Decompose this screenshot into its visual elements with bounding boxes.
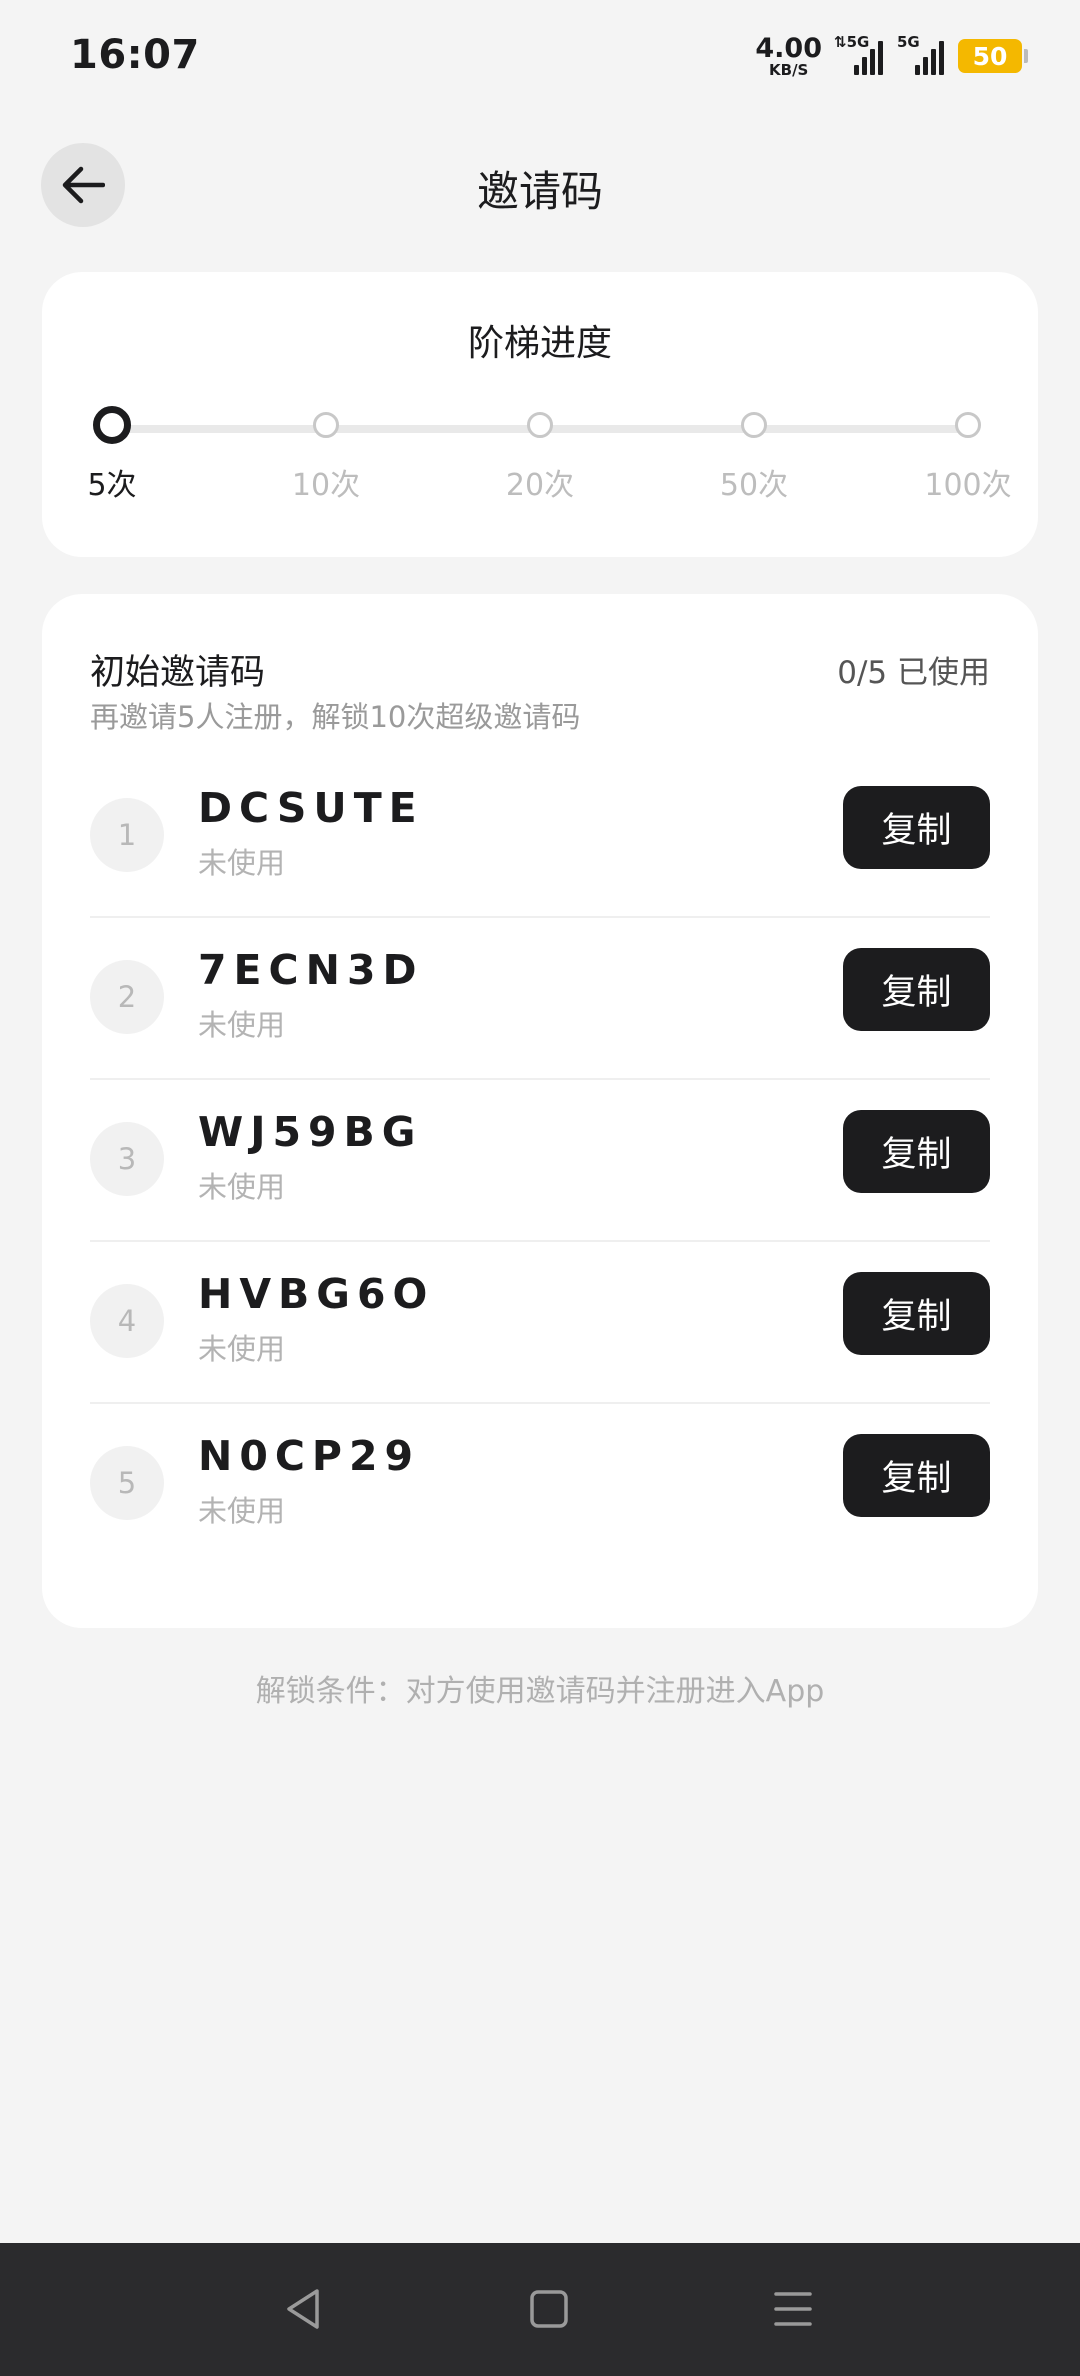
nav-back-button[interactable] — [273, 2279, 333, 2339]
invite-code: WJ59BG — [198, 1108, 423, 1156]
code-index: 3 — [90, 1122, 164, 1196]
menu-lines-icon — [774, 2292, 812, 2326]
copy-button[interactable]: 复制 — [843, 948, 990, 1031]
copy-button[interactable]: 复制 — [843, 1272, 990, 1355]
invite-code-row: 1 DCSUTE 未使用 复制 — [90, 756, 990, 918]
invite-code-row: 5 N0CP29 未使用 复制 — [90, 1404, 990, 1566]
signal-2-label: 5G — [897, 33, 920, 51]
copy-button[interactable]: 复制 — [843, 1110, 990, 1193]
copy-button[interactable]: 复制 — [843, 1434, 990, 1517]
section-title: 初始邀请码 — [90, 653, 266, 693]
nav-menu-button[interactable] — [763, 2279, 823, 2339]
invite-code: 7ECN3D — [198, 946, 424, 994]
invite-code: N0CP29 — [198, 1432, 421, 1480]
signal-1-icon: ⇅5G — [834, 33, 883, 75]
code-list: 1 DCSUTE 未使用 复制 2 7ECN3D 未使用 复制 3 WJ59BG 未使用 复制 4 HVB… — [90, 756, 990, 1566]
network-speed: 4.00 KB/S — [755, 35, 822, 78]
progress-step: 100次 — [868, 402, 1068, 504]
battery-icon: 50 — [958, 39, 1028, 73]
progress-step-dot — [955, 412, 981, 438]
progress-step: 10次 — [226, 402, 426, 504]
code-status: 未使用 — [198, 1008, 286, 1042]
progress-card: 阶梯进度 5次 10次 20次 50次 100次 — [42, 272, 1038, 557]
code-index: 1 — [90, 798, 164, 872]
system-nav-bar — [0, 2243, 1080, 2376]
invite-code: DCSUTE — [198, 784, 424, 832]
signal-2-icon: 5G — [897, 33, 944, 75]
progress-step: 5次 — [12, 402, 212, 504]
square-home-icon — [530, 2290, 568, 2328]
progress-step: 50次 — [654, 402, 854, 504]
network-speed-value: 4.00 — [755, 32, 822, 64]
nav-home-button[interactable] — [519, 2279, 579, 2339]
invite-code-row: 3 WJ59BG 未使用 复制 — [90, 1080, 990, 1242]
invite-codes-card: 初始邀请码 0/5 已使用 再邀请5人注册，解锁10次超级邀请码 1 DCSUTE… — [42, 594, 1038, 1628]
code-index: 4 — [90, 1284, 164, 1358]
progress-step-dot — [527, 412, 553, 438]
progress-step-label: 10次 — [291, 468, 361, 503]
code-status: 未使用 — [198, 846, 286, 880]
progress-step-dot — [741, 412, 767, 438]
progress-step-dot — [93, 406, 131, 444]
network-speed-unit: KB/S — [769, 60, 809, 79]
code-index: 2 — [90, 960, 164, 1034]
signal-1-label: ⇅5G — [834, 33, 870, 51]
invite-code-row: 2 7ECN3D 未使用 复制 — [90, 918, 990, 1080]
code-status: 未使用 — [198, 1494, 286, 1528]
progress-step-label: 50次 — [719, 468, 789, 503]
progress-step-label: 100次 — [924, 468, 1012, 503]
invite-code: HVBG6O — [198, 1270, 435, 1318]
status-time: 16:07 — [70, 32, 200, 78]
section-description: 再邀请5人注册，解锁10次超级邀请码 — [90, 700, 581, 734]
status-bar: 16:07 4.00 KB/S ⇅5G 5G 50 — [0, 0, 1080, 120]
page-title: 邀请码 — [476, 167, 603, 216]
code-index: 5 — [90, 1446, 164, 1520]
progress-step: 20次 — [440, 402, 640, 504]
progress-title: 阶梯进度 — [467, 323, 612, 364]
copy-button[interactable]: 复制 — [843, 786, 990, 869]
invite-code-row: 4 HVBG6O 未使用 复制 — [90, 1242, 990, 1404]
code-status: 未使用 — [198, 1332, 286, 1366]
triangle-back-icon — [287, 2289, 319, 2329]
progress-step-dot — [313, 412, 339, 438]
status-icons: 4.00 KB/S ⇅5G 5G 50 — [755, 33, 1028, 78]
progress-step-label: 5次 — [87, 468, 137, 503]
code-status: 未使用 — [198, 1170, 286, 1204]
usage-count: 0/5 已使用 — [837, 655, 990, 691]
progress-step-label: 20次 — [505, 468, 575, 503]
unlock-condition-note: 解锁条件：对方使用邀请码并注册进入App — [255, 1674, 825, 1709]
